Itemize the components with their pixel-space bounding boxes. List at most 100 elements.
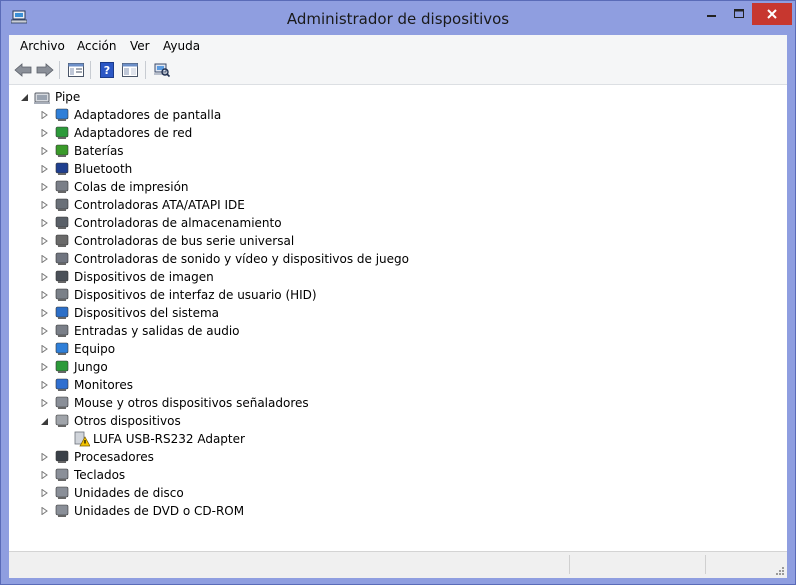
show-hide-console-tree-button[interactable] xyxy=(66,60,86,80)
tree-category-label: Equipo xyxy=(74,342,116,356)
tree-category[interactable]: Otros dispositivos xyxy=(9,412,409,430)
forward-arrow-icon xyxy=(36,63,54,77)
device-manager-window: Administrador de dispositivos Archivo Ac… xyxy=(0,0,796,585)
tree-device-label: LUFA USB-RS232 Adapter xyxy=(93,432,245,446)
computer-icon xyxy=(55,342,69,355)
storage-controller-icon xyxy=(55,216,69,229)
menu-bar: Archivo Acción Ver Ayuda xyxy=(9,35,787,57)
tree-category[interactable]: Controladoras de almacenamiento xyxy=(9,214,409,232)
expand-icon[interactable] xyxy=(39,506,49,516)
tree-category-label: Dispositivos de imagen xyxy=(74,270,214,284)
tree-category[interactable]: Equipo xyxy=(9,340,409,358)
ata-controller-icon xyxy=(55,198,69,211)
status-segment xyxy=(705,555,786,574)
menu-ver[interactable]: Ver xyxy=(130,35,150,57)
tree-category[interactable]: Dispositivos del sistema xyxy=(9,304,409,322)
menu-accion[interactable]: Acción xyxy=(77,35,116,57)
minimize-button[interactable] xyxy=(698,3,726,25)
resize-grip-icon[interactable] xyxy=(775,566,785,576)
tree-device[interactable]: LUFA USB-RS232 Adapter xyxy=(9,430,409,448)
expand-icon[interactable] xyxy=(39,110,49,120)
expand-icon[interactable] xyxy=(39,488,49,498)
tree-category-label: Teclados xyxy=(74,468,126,482)
expand-icon[interactable] xyxy=(39,164,49,174)
collapse-icon[interactable] xyxy=(39,416,49,426)
client-area: Archivo Acción Ver Ayuda ? Pipe Adaptado… xyxy=(9,35,787,578)
expand-icon[interactable] xyxy=(39,308,49,318)
tree-category-label: Controladoras de sonido y vídeo y dispos… xyxy=(74,252,409,266)
window-title: Administrador de dispositivos xyxy=(286,10,510,28)
properties-button[interactable] xyxy=(120,60,140,80)
expand-icon[interactable] xyxy=(39,326,49,336)
tree-category[interactable]: Jungo xyxy=(9,358,409,376)
tree-category-label: Dispositivos de interfaz de usuario (HID… xyxy=(74,288,317,302)
tree-category[interactable]: Dispositivos de interfaz de usuario (HID… xyxy=(9,286,409,304)
properties-icon xyxy=(122,63,138,77)
tree-category[interactable]: Procesadores xyxy=(9,448,409,466)
help-button[interactable]: ? xyxy=(97,60,117,80)
expand-icon[interactable] xyxy=(39,470,49,480)
help-icon: ? xyxy=(100,62,114,78)
tree-category[interactable]: Mouse y otros dispositivos señaladores xyxy=(9,394,409,412)
expand-icon[interactable] xyxy=(39,398,49,408)
expand-icon[interactable] xyxy=(39,200,49,210)
expand-icon[interactable] xyxy=(39,290,49,300)
tree-category[interactable]: Bluetooth xyxy=(9,160,409,178)
collapse-icon[interactable] xyxy=(19,92,29,102)
tree-category[interactable]: Colas de impresión xyxy=(9,178,409,196)
tree-category[interactable]: Monitores xyxy=(9,376,409,394)
forward-button[interactable] xyxy=(35,60,55,80)
tree-category[interactable]: Controladoras de sonido y vídeo y dispos… xyxy=(9,250,409,268)
expand-icon[interactable] xyxy=(39,182,49,192)
warning-device-icon xyxy=(74,431,90,447)
tree-category-label: Controladoras de almacenamiento xyxy=(74,216,282,230)
scan-hardware-changes-button[interactable] xyxy=(152,60,172,80)
menu-ayuda[interactable]: Ayuda xyxy=(163,35,200,57)
tree-category-label: Adaptadores de pantalla xyxy=(74,108,222,122)
expand-icon[interactable] xyxy=(39,272,49,282)
tree-category-label: Bluetooth xyxy=(74,162,133,176)
disk-drive-icon xyxy=(55,486,69,499)
tree-category[interactable]: Controladoras de bus serie universal xyxy=(9,232,409,250)
expand-icon[interactable] xyxy=(39,128,49,138)
toolbar-separator xyxy=(90,61,91,79)
tree-category[interactable]: Teclados xyxy=(9,466,409,484)
toolbar-separator xyxy=(145,61,146,79)
expand-icon[interactable] xyxy=(39,146,49,156)
menu-archivo[interactable]: Archivo xyxy=(20,35,65,57)
tree-category[interactable]: Unidades de disco xyxy=(9,484,409,502)
maximize-button[interactable] xyxy=(726,3,752,25)
tree-category-label: Monitores xyxy=(74,378,133,392)
expand-icon[interactable] xyxy=(39,452,49,462)
close-button[interactable] xyxy=(752,3,792,25)
tree-root[interactable]: Pipe xyxy=(9,88,309,106)
expand-icon[interactable] xyxy=(39,236,49,246)
expand-icon[interactable] xyxy=(39,380,49,390)
tree-category[interactable]: Controladoras ATA/ATAPI IDE xyxy=(9,196,409,214)
console-tree-icon xyxy=(68,63,84,77)
expand-icon[interactable] xyxy=(39,344,49,354)
back-arrow-icon xyxy=(14,63,32,77)
tree-category[interactable]: Adaptadores de red xyxy=(9,124,409,142)
back-button[interactable] xyxy=(13,60,33,80)
other-devices-icon xyxy=(55,414,69,427)
device-tree: Pipe Adaptadores de pantalla Adaptadores … xyxy=(9,85,787,551)
tree-category-label: Colas de impresión xyxy=(74,180,189,194)
toolbar-separator xyxy=(59,61,60,79)
tree-category[interactable]: Dispositivos de imagen xyxy=(9,268,409,286)
tree-category[interactable]: Adaptadores de pantalla xyxy=(9,106,409,124)
display-adapter-icon xyxy=(55,108,69,121)
hid-icon xyxy=(55,288,69,301)
expand-icon[interactable] xyxy=(39,362,49,372)
tree-category[interactable]: Entradas y salidas de audio xyxy=(9,322,409,340)
minimize-icon xyxy=(707,15,716,17)
toolbar: ? xyxy=(9,57,787,85)
tree-category[interactable]: Baterías xyxy=(9,142,409,160)
scan-hardware-icon xyxy=(154,63,170,78)
expand-icon[interactable] xyxy=(39,218,49,228)
tree-category[interactable]: Unidades de DVD o CD-ROM xyxy=(9,502,409,520)
expand-icon[interactable] xyxy=(39,254,49,264)
tree-category-label: Adaptadores de red xyxy=(74,126,193,140)
title-bar[interactable]: Administrador de dispositivos xyxy=(1,1,795,35)
tree-category-label: Mouse y otros dispositivos señaladores xyxy=(74,396,309,410)
